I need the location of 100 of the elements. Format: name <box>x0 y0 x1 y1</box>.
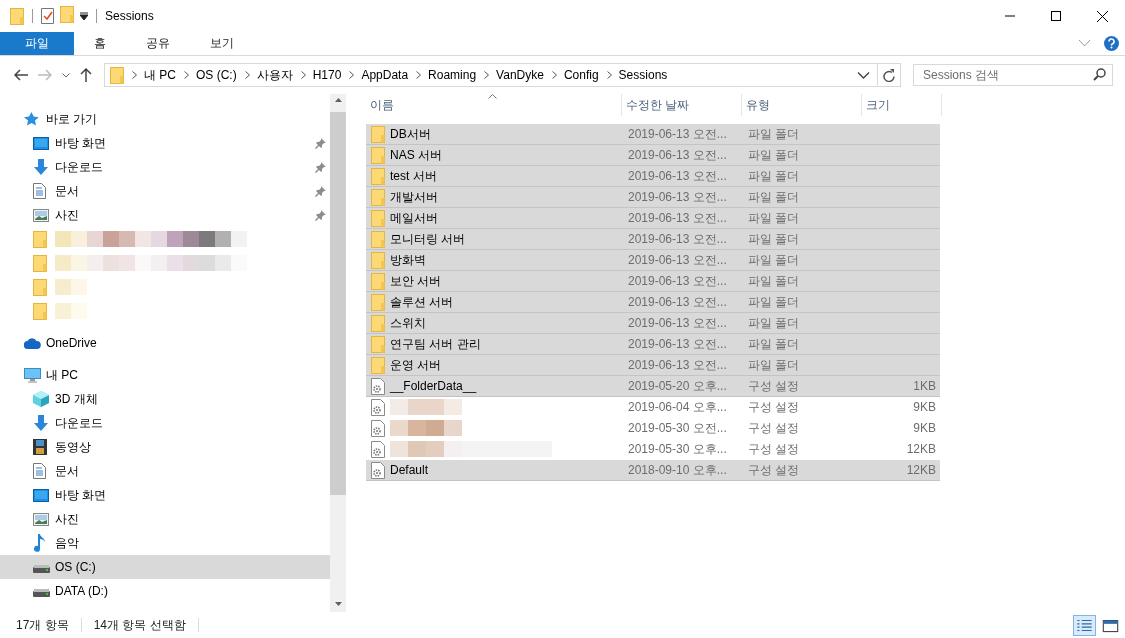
file-row[interactable]: 방화벽 2019-06-13 오전... 파일 폴더 <box>366 250 940 271</box>
folder-icon <box>371 146 385 164</box>
help-icon[interactable] <box>1104 36 1119 51</box>
file-row[interactable]: 운영 서버 2019-06-13 오전... 파일 폴더 <box>366 355 940 376</box>
close-icon[interactable] <box>1096 10 1108 22</box>
file-row[interactable]: 모니터링 서버 2019-06-13 오전... 파일 폴더 <box>366 229 940 250</box>
dropdown-arrow-icon[interactable] <box>80 12 88 20</box>
computer-icon <box>24 367 41 383</box>
column-header-label: 이름 <box>370 96 394 114</box>
column-header[interactable]: 유형 <box>742 94 862 116</box>
nav-item[interactable]: 사진 <box>0 507 330 531</box>
column-header[interactable]: 이름 <box>366 94 622 116</box>
properties-check-icon[interactable] <box>41 8 54 24</box>
folder-icon <box>371 188 385 206</box>
nav-item[interactable]: 음악 <box>0 531 330 555</box>
file-row[interactable]: 연구팀 서버 관리 2019-06-13 오전... 파일 폴더 <box>366 334 940 355</box>
file-row[interactable]: NAS 서버 2019-06-13 오전... 파일 폴더 <box>366 145 940 166</box>
back-arrow-icon[interactable] <box>14 69 28 81</box>
search-field[interactable]: Sessions 검색 <box>913 64 1113 86</box>
breadcrumb-item[interactable]: VanDyke <box>496 68 544 82</box>
breadcrumb-item[interactable]: AppData <box>361 68 409 82</box>
scroll-up-arrow-icon[interactable] <box>334 98 342 102</box>
modified-date: 2018-09-10 오후... <box>628 461 727 479</box>
file-size: 12KB <box>906 442 936 456</box>
file-row[interactable]: 개발서버 2019-06-13 오전... 파일 폴더 <box>366 187 940 208</box>
file-row[interactable]: 2019-05-30 오전... 구성 설정 9KB <box>366 418 940 439</box>
file-name: 개발서버 <box>390 188 438 206</box>
file-type: 구성 설정 <box>748 461 800 479</box>
breadcrumb-item[interactable]: Config <box>563 68 599 82</box>
chevron-right-icon <box>184 71 189 79</box>
pin-icon[interactable] <box>315 209 326 221</box>
folder-icon <box>371 272 385 290</box>
nav-item[interactable]: 바로 가기 <box>0 107 330 131</box>
file-type: 파일 폴더 <box>748 188 800 206</box>
file-name: 운영 서버 <box>390 356 442 374</box>
nav-item[interactable]: 다운로드 <box>0 411 330 435</box>
maximize-icon[interactable] <box>1051 11 1061 21</box>
refresh-button[interactable] <box>878 63 901 87</box>
up-arrow-icon[interactable] <box>80 68 92 82</box>
file-row[interactable]: 2019-06-04 오후... 구성 설정 9KB <box>366 397 940 418</box>
nav-item[interactable]: 사진 <box>0 203 330 227</box>
breadcrumb-item[interactable]: OS (C:) <box>196 68 237 82</box>
breadcrumb-item[interactable]: 사용자 <box>256 66 293 84</box>
nav-item[interactable]: DATA (D:) <box>0 579 330 603</box>
file-name: 보안 서버 <box>390 272 442 290</box>
nav-item[interactable]: 바탕 화면 <box>0 483 330 507</box>
ribbon-tab[interactable]: 보기 <box>190 32 254 55</box>
nav-item-label: 바로 가기 <box>46 110 98 128</box>
refresh-icon[interactable] <box>883 68 895 82</box>
breadcrumb-item[interactable]: Sessions <box>618 68 668 82</box>
nav-item-label: 사진 <box>55 206 79 224</box>
settings-file-icon <box>371 398 385 416</box>
nav-item[interactable]: 동영상 <box>0 435 330 459</box>
details-view-icon[interactable] <box>1073 614 1096 636</box>
file-row[interactable]: test 서버 2019-06-13 오전... 파일 폴더 <box>366 166 940 187</box>
ribbon-tab[interactable]: 공유 <box>126 32 190 55</box>
scroll-down-arrow-icon[interactable] <box>334 602 342 606</box>
nav-item-label: 다운로드 <box>55 414 103 432</box>
nav-item[interactable]: 다운로드 <box>0 155 330 179</box>
pin-icon[interactable] <box>315 161 326 173</box>
document-icon <box>33 183 46 199</box>
document-icon <box>33 463 46 479</box>
file-size: 1KB <box>913 379 936 393</box>
pin-icon[interactable] <box>315 137 326 149</box>
nav-item-label: 사진 <box>55 510 79 528</box>
modified-date: 2019-05-30 오후... <box>628 440 727 458</box>
breadcrumb-item[interactable]: Roaming <box>428 68 477 82</box>
file-row[interactable]: 스위치 2019-06-13 오전... 파일 폴더 <box>366 313 940 334</box>
ribbon-tab[interactable]: 파일 <box>0 32 74 55</box>
file-name: 솔루션 서버 <box>390 293 454 311</box>
search-icon[interactable] <box>1093 68 1106 81</box>
file-row[interactable]: 솔루션 서버 2019-06-13 오전... 파일 폴더 <box>366 292 940 313</box>
window-title: Sessions <box>105 9 154 23</box>
file-row[interactable]: __FolderData__ 2019-05-20 오후... 구성 설정 1KB <box>366 376 940 397</box>
scrollbar[interactable] <box>330 94 346 612</box>
ribbon-tab[interactable]: 홈 <box>74 32 126 55</box>
cloud-icon <box>24 337 41 349</box>
recent-locations-caret-icon[interactable] <box>62 72 70 78</box>
chevron-right-icon <box>132 71 137 79</box>
pin-icon[interactable] <box>315 185 326 197</box>
nav-item[interactable]: OS (C:) <box>0 555 330 579</box>
expand-ribbon-icon[interactable] <box>1079 40 1090 47</box>
monitor-icon <box>33 488 49 502</box>
column-header[interactable]: 크기 <box>862 94 942 116</box>
chevron-right-icon <box>484 71 490 79</box>
breadcrumb-item[interactable]: 내 PC <box>144 66 176 84</box>
nav-item[interactable]: 문서 <box>0 459 330 483</box>
nav-item[interactable]: OneDrive <box>0 331 330 355</box>
nav-item[interactable]: 바탕 화면 <box>0 131 330 155</box>
breadcrumb-item[interactable]: H170 <box>312 68 342 82</box>
nav-item[interactable]: 내 PC <box>0 363 330 387</box>
file-row[interactable]: 메일서버 2019-06-13 오전... 파일 폴더 <box>366 208 940 229</box>
nav-item-label: OneDrive <box>46 336 97 350</box>
file-row[interactable]: DB서버 2019-06-13 오전... 파일 폴더 <box>366 124 940 145</box>
address-bar[interactable]: 내 PC OS (C:) 사용자 H170 AppData Roaming VanDyke Config Sessions <box>104 63 878 87</box>
nav-item[interactable]: 3D 개체 <box>0 387 330 411</box>
file-row[interactable]: Default 2018-09-10 오후... 구성 설정 12KB <box>366 460 940 481</box>
column-header[interactable]: 수정한 날짜 <box>622 94 742 116</box>
nav-item[interactable]: 문서 <box>0 179 330 203</box>
file-row[interactable]: 보안 서버 2019-06-13 오전... 파일 폴더 <box>366 271 940 292</box>
